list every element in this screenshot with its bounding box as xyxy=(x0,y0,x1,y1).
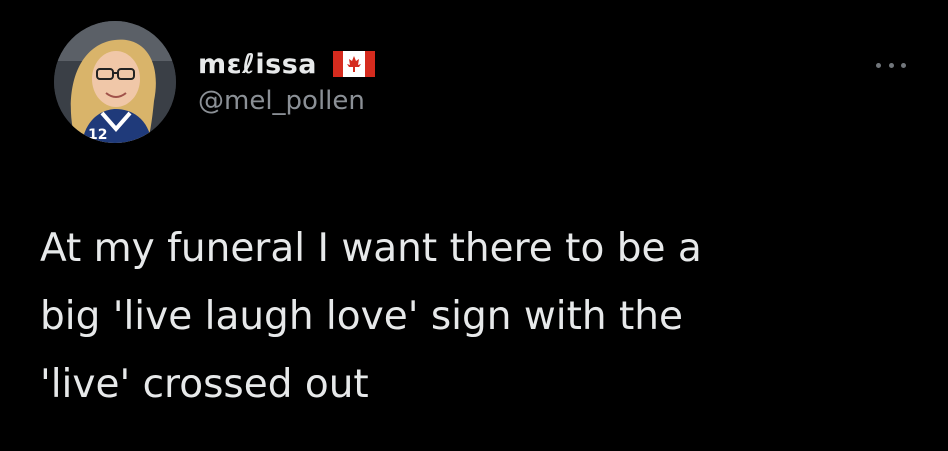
more-dot xyxy=(901,62,906,68)
more-dot xyxy=(876,62,881,68)
tweet-header: mɛℓissa @mel_pollen xyxy=(198,44,376,116)
display-name[interactable]: mɛℓissa xyxy=(198,49,317,80)
user-handle[interactable]: @mel_pollen xyxy=(198,86,375,116)
avatar[interactable]: 12 xyxy=(54,21,176,143)
avatar-image: 12 xyxy=(54,21,176,143)
tweet-card: 12 mɛℓissa @mel_pollen At my funeral I w… xyxy=(0,0,948,451)
display-name-row: mɛℓissa xyxy=(198,44,376,84)
tweet-text: At my funeral I want there to be a big '… xyxy=(40,226,702,407)
canada-flag-icon xyxy=(333,51,376,77)
more-options-icon[interactable] xyxy=(876,60,906,70)
svg-text:12: 12 xyxy=(88,127,107,143)
more-dot xyxy=(888,62,894,68)
